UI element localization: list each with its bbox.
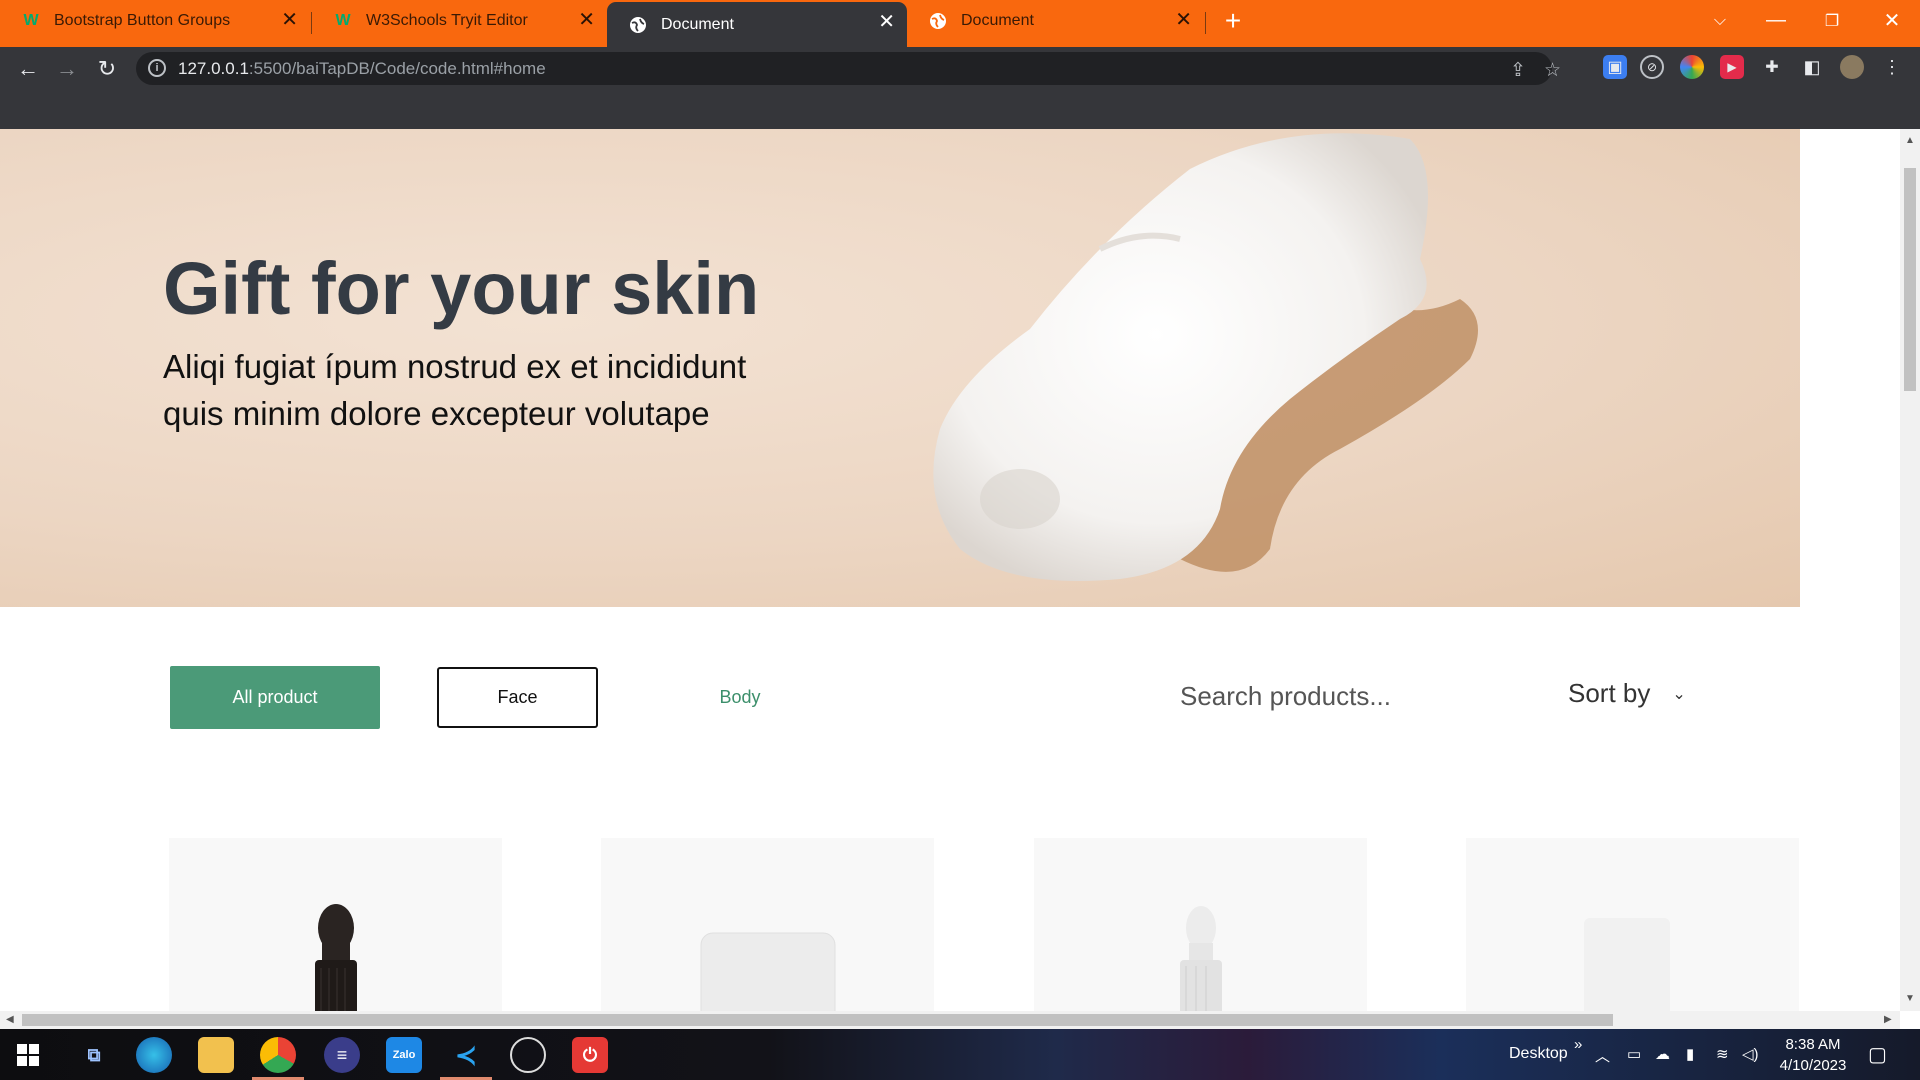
w3schools-icon: W: [335, 11, 351, 29]
sort-by-dropdown[interactable]: Sort by ⌄: [1568, 678, 1686, 709]
url-text: 127.0.0.1:5500/baiTapDB/Code/code.html#h…: [178, 59, 546, 78]
scroll-right-arrow-icon[interactable]: ▶: [1884, 1014, 1892, 1025]
globe-icon: [629, 16, 647, 34]
product-card[interactable]: [1034, 838, 1367, 1011]
close-tab-icon[interactable]: ✕: [281, 10, 298, 30]
minimize-button[interactable]: —: [1748, 0, 1804, 41]
filter-body-button[interactable]: Body: [680, 667, 800, 728]
close-tab-icon[interactable]: ✕: [1175, 10, 1192, 30]
hero-subtitle: Aliqi fugiat ípum nostrud ex et incididu…: [163, 348, 747, 432]
file-explorer-icon[interactable]: [198, 1037, 234, 1073]
horizontal-scrollbar-thumb[interactable]: [22, 1014, 1613, 1026]
chrome-browser-icon[interactable]: [260, 1037, 296, 1073]
battery-icon[interactable]: ▮: [1686, 1045, 1694, 1063]
sort-by-label: Sort by: [1568, 678, 1651, 708]
task-view-icon[interactable]: ⧉: [76, 1037, 112, 1073]
zalo-icon[interactable]: Zalo: [386, 1037, 422, 1073]
browser-toolbar: ← → ↻ i 127.0.0.1:5500/baiTapDB/Code/cod…: [0, 47, 1920, 90]
product-card[interactable]: [169, 838, 502, 1011]
edge-browser-icon[interactable]: [136, 1037, 172, 1073]
scroll-up-arrow-icon[interactable]: ▲: [1905, 135, 1915, 146]
tab-search-chevron-icon[interactable]: ⌵: [1692, 0, 1748, 41]
cream-jar-white-image: [700, 932, 836, 1011]
forward-button[interactable]: →: [47, 47, 87, 90]
close-window-button[interactable]: ✕: [1864, 0, 1920, 41]
tab-bootstrap-button-groups[interactable]: W Bootstrap Button Groups ✕: [0, 0, 310, 41]
onedrive-icon[interactable]: ☁: [1655, 1045, 1670, 1063]
hero-banner: Gift for your skin Aliqi fugiat ípum nos…: [0, 129, 1800, 607]
bookmark-star-icon[interactable]: ☆: [1544, 59, 1561, 82]
extension-puzzle-color-icon[interactable]: ▣: [1603, 55, 1627, 79]
tab-w3schools-tryit[interactable]: W W3Schools Tryit Editor ✕: [312, 0, 607, 41]
filter-face-button[interactable]: Face: [437, 667, 598, 728]
page-top-nav-strip: [0, 90, 1920, 129]
tab-title: W3Schools Tryit Editor: [366, 11, 528, 29]
tab-title: Document: [961, 11, 1034, 29]
compass-extension-icon[interactable]: ⊘: [1640, 55, 1664, 79]
product-card[interactable]: [601, 838, 934, 1011]
restore-button[interactable]: ❐: [1804, 0, 1860, 41]
dropper-bottle-white-image: [1180, 906, 1222, 1011]
search-products-input[interactable]: [1180, 674, 1480, 718]
close-tab-icon[interactable]: ✕: [878, 12, 895, 32]
filter-all-product-button[interactable]: All product: [170, 666, 380, 729]
windows-start-icon[interactable]: [10, 1037, 46, 1073]
menu-kebab-icon[interactable]: ⋮: [1880, 55, 1904, 79]
taskbar-clock[interactable]: 8:38 AM 4/10/2023: [1770, 1034, 1856, 1076]
video-extension-icon[interactable]: ▶: [1720, 55, 1744, 79]
hero-title: Gift for your skin: [163, 247, 760, 330]
meet-now-icon[interactable]: ▭: [1627, 1045, 1641, 1063]
scroll-down-arrow-icon[interactable]: ▼: [1905, 993, 1915, 1004]
back-button[interactable]: ←: [8, 47, 48, 90]
chevron-down-icon: ⌄: [1672, 685, 1686, 703]
browser-tab-bar: W Bootstrap Button Groups ✕ W W3Schools …: [0, 0, 1920, 47]
wifi-icon[interactable]: ≋: [1716, 1045, 1729, 1063]
scroll-left-arrow-icon[interactable]: ◀: [6, 1014, 14, 1025]
tab-title: Document: [661, 15, 734, 33]
desktop-toolbar-label[interactable]: Desktop: [1509, 1045, 1568, 1063]
vertical-scrollbar-thumb[interactable]: [1904, 168, 1916, 391]
power-app-icon[interactable]: ⏻: [572, 1037, 608, 1073]
color-extension-icon[interactable]: [1680, 55, 1704, 79]
close-tab-icon[interactable]: ✕: [578, 10, 595, 30]
clock-time: 8:38 AM: [1785, 1036, 1841, 1053]
eclipse-icon[interactable]: ≡: [324, 1037, 360, 1073]
vscode-icon[interactable]: ≺: [448, 1037, 484, 1073]
share-icon[interactable]: ⇪: [1510, 59, 1526, 82]
reload-button[interactable]: ↻: [87, 47, 127, 90]
chevron-right-double-icon[interactable]: »: [1574, 1036, 1582, 1053]
profile-avatar[interactable]: [1840, 55, 1864, 79]
new-tab-button[interactable]: +: [1206, 0, 1260, 41]
product-card[interactable]: [1466, 838, 1799, 1011]
notification-center-icon[interactable]: ▢: [1868, 1042, 1887, 1067]
dropper-bottle-dark-image: [315, 904, 357, 1011]
site-info-icon[interactable]: i: [148, 59, 166, 77]
bottle-white-image: [1584, 918, 1670, 1011]
tab-title: Bootstrap Button Groups: [54, 11, 231, 29]
address-bar[interactable]: i 127.0.0.1:5500/baiTapDB/Code/code.html…: [136, 52, 1561, 85]
clock-date: 4/10/2023: [1779, 1057, 1847, 1074]
side-panel-icon[interactable]: ◧: [1800, 55, 1824, 79]
extensions-puzzle-icon[interactable]: ✚: [1760, 55, 1784, 79]
globe-icon: [929, 12, 947, 30]
tray-overflow-chevron-icon[interactable]: ︿: [1595, 1045, 1610, 1066]
obs-studio-icon[interactable]: [510, 1037, 546, 1073]
volume-icon[interactable]: ◁): [1742, 1045, 1759, 1063]
tab-document-active[interactable]: Document ✕: [607, 2, 907, 47]
w3schools-icon: W: [23, 11, 39, 29]
page-viewport: Gift for your skin Aliqi fugiat ípum nos…: [0, 129, 1900, 1011]
tab-document[interactable]: Document ✕: [907, 0, 1204, 41]
